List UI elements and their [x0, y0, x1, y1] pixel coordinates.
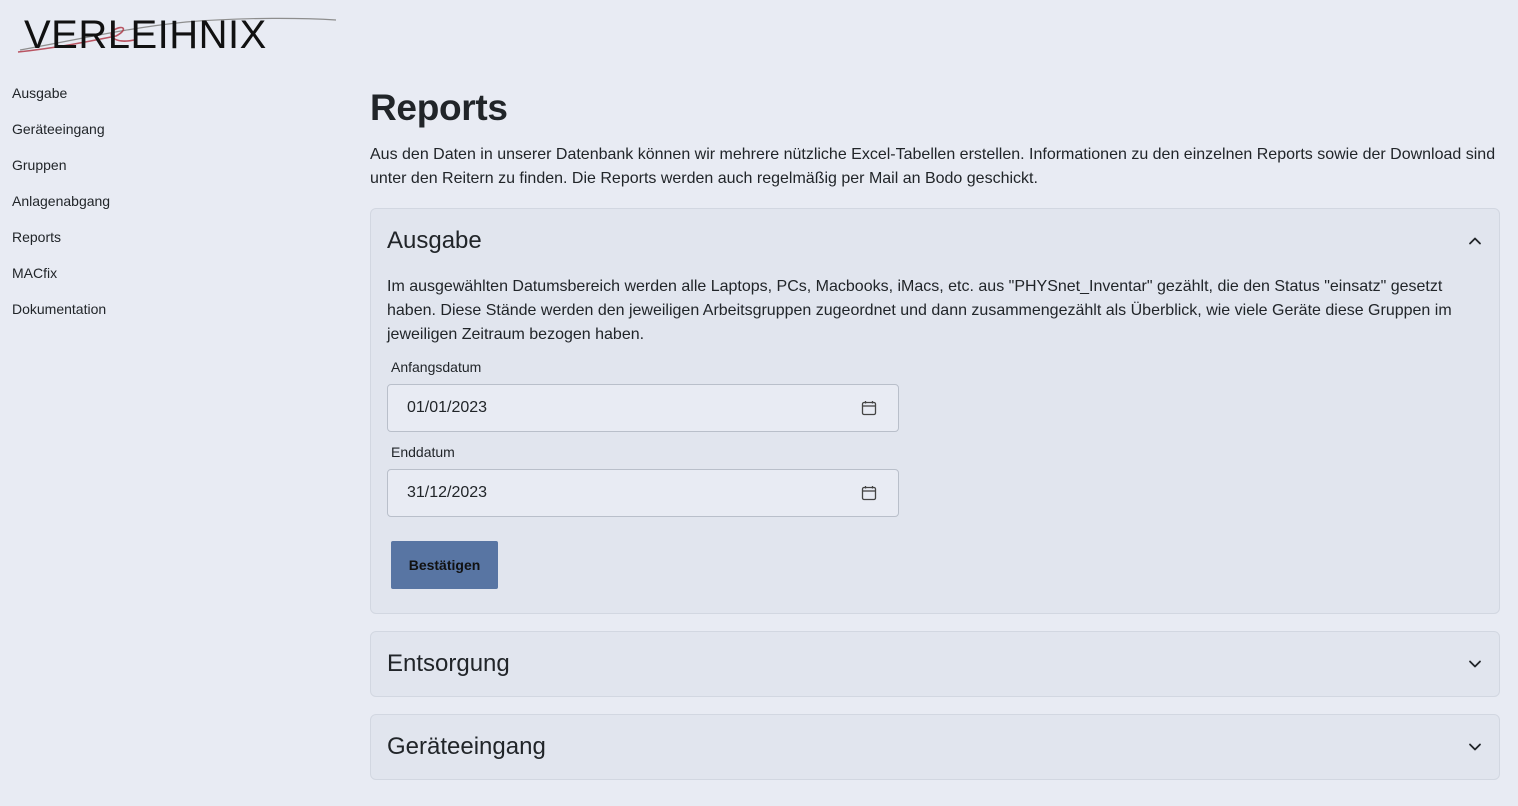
- end-date-label: Enddatum: [391, 444, 455, 460]
- chevron-down-icon[interactable]: [1467, 656, 1483, 672]
- start-date-value: 01/01/2023: [407, 399, 488, 416]
- chevron-up-icon[interactable]: [1467, 233, 1483, 249]
- start-date-input[interactable]: 01/01/2023: [387, 384, 899, 432]
- calendar-icon[interactable]: [861, 485, 877, 501]
- chevron-down-icon[interactable]: [1467, 739, 1483, 755]
- sidebar-item-anlagenabgang[interactable]: Anlagenabgang: [12, 192, 332, 228]
- accordion-entsorgung: Entsorgung: [370, 631, 1500, 697]
- accordion-header-ausgabe[interactable]: Ausgabe: [371, 209, 1499, 273]
- calendar-icon[interactable]: [861, 400, 877, 416]
- end-date-value: 31/12/2023: [407, 484, 488, 501]
- accordion-title: Ausgabe: [387, 227, 482, 254]
- start-date-label: Anfangsdatum: [391, 359, 482, 375]
- accordion-header-geraeteeingang[interactable]: Geräteeingang: [371, 715, 1499, 779]
- accordion-title: Entsorgung: [387, 650, 510, 677]
- accordion-title: Geräteeingang: [387, 733, 546, 760]
- page-intro: Aus den Daten in unserer Datenbank könne…: [370, 146, 1496, 187]
- accordion-geraeteeingang: Geräteeingang: [370, 714, 1500, 780]
- sidebar-nav: Ausgabe Geräteeingang Gruppen Anlagenabg…: [12, 84, 332, 336]
- logo-text: VERLEIHNIX: [24, 13, 267, 56]
- sidebar-item-geraeteeingang[interactable]: Geräteeingang: [12, 120, 332, 156]
- sidebar-item-ausgabe[interactable]: Ausgabe: [12, 84, 332, 120]
- accordion-body-ausgabe: Im ausgewählten Datumsbereich werden all…: [371, 273, 1499, 613]
- accordion-ausgabe: Ausgabe Im ausgewählten Datumsbereich we…: [370, 208, 1500, 614]
- page-title: Reports: [370, 87, 508, 128]
- app-logo[interactable]: VERLEIHNIX: [16, 10, 340, 56]
- sidebar-item-macfix[interactable]: MACfix: [12, 264, 332, 300]
- accordion-header-entsorgung[interactable]: Entsorgung: [371, 632, 1499, 696]
- main-content: Reports Aus den Daten in unserer Datenba…: [370, 86, 1500, 780]
- report-description: Im ausgewählten Datumsbereich werden all…: [387, 278, 1452, 343]
- sidebar-item-dokumentation[interactable]: Dokumentation: [12, 300, 332, 336]
- sidebar-item-gruppen[interactable]: Gruppen: [12, 156, 332, 192]
- end-date-input[interactable]: 31/12/2023: [387, 469, 899, 517]
- confirm-button[interactable]: Bestätigen: [391, 541, 498, 589]
- sidebar-item-reports[interactable]: Reports: [12, 228, 332, 264]
